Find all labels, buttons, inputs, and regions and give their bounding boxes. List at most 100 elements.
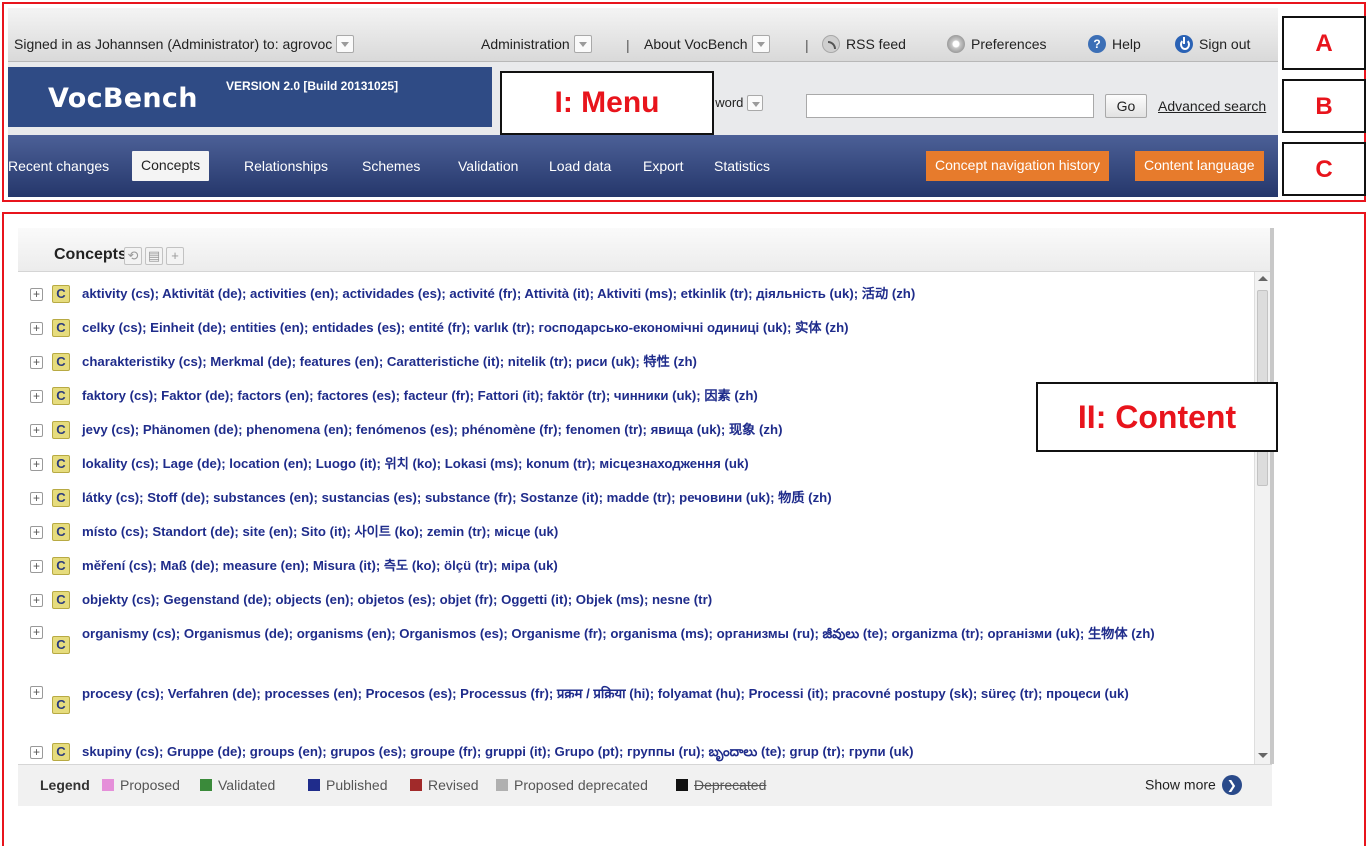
concept-label[interactable]: místo (cs); Standort (de); site (en); Si… (82, 522, 1232, 542)
concept-badge: C (52, 455, 70, 473)
header-frame: Signed in as Johannsen (Administrator) t… (2, 2, 1366, 202)
legend-label: Published (326, 777, 388, 793)
help-label: Help (1112, 36, 1141, 52)
legend-item-validated: Validated (200, 777, 275, 793)
tree-row[interactable]: + C místo (cs); Standort (de); site (en)… (18, 522, 1254, 550)
legend-swatch (410, 779, 422, 792)
concept-label[interactable]: lokality (cs); Lage (de); location (en);… (82, 454, 1232, 474)
concept-label[interactable]: organismy (cs); Organismus (de); organis… (82, 624, 1232, 644)
tab-relationships[interactable]: Relationships (244, 158, 328, 174)
expand-icon[interactable]: + (30, 322, 43, 335)
content-language-button[interactable]: Content language (1135, 151, 1264, 181)
tab-recent-changes[interactable]: Recent changes (8, 158, 109, 174)
concept-label[interactable]: celky (cs); Einheit (de); entities (en);… (82, 318, 1232, 338)
expand-icon[interactable]: + (30, 526, 43, 539)
content-frame: Concepts ⟲ ▤ + + C aktivity (cs); Aktivi… (2, 212, 1366, 846)
legend-item-proposed-deprecated: Proposed deprecated (496, 777, 648, 793)
project-name: agrovoc (282, 36, 333, 52)
legend-bar: Legend Proposed Validated Published Revi… (18, 764, 1272, 806)
tree-icon[interactable]: ▤ (145, 247, 163, 265)
tab-load-data[interactable]: Load data (549, 158, 611, 174)
expand-icon[interactable]: + (30, 288, 43, 301)
advanced-search-link[interactable]: Advanced search (1158, 98, 1266, 114)
tab-statistics[interactable]: Statistics (714, 158, 770, 174)
tree-row[interactable]: + C lokality (cs); Lage (de); location (… (18, 454, 1254, 482)
annotation-label-b: B (1282, 79, 1366, 133)
logo-band: VocBench VERSION 2.0 [Build 20131025] (8, 67, 492, 127)
concept-label[interactable]: měření (cs); Maß (de); measure (en); Mis… (82, 556, 1232, 576)
expand-icon[interactable]: + (30, 458, 43, 471)
go-button[interactable]: Go (1105, 94, 1147, 118)
legend-item-proposed: Proposed (102, 777, 180, 793)
scroll-up-icon[interactable] (1258, 276, 1268, 281)
legend-swatch (308, 779, 320, 792)
rss-icon (822, 35, 840, 54)
annotation-label-a: A (1282, 16, 1366, 70)
show-more-label: Show more (1145, 776, 1216, 793)
concept-badge: C (52, 636, 70, 654)
refresh-icon[interactable]: ⟲ (124, 247, 142, 265)
tab-concepts[interactable]: Concepts (132, 151, 210, 181)
tree-row[interactable]: + C charakteristiky (cs); Merkmal (de); … (18, 352, 1254, 380)
concept-badge: C (52, 421, 70, 439)
administration-menu[interactable]: Administration (481, 35, 592, 54)
concept-label[interactable]: charakteristiky (cs); Merkmal (de); feat… (82, 352, 1232, 372)
tree-row[interactable]: + C objekty (cs); Gegenstand (de); objec… (18, 590, 1254, 618)
scroll-down-icon[interactable] (1258, 753, 1268, 758)
sign-out-link[interactable]: Sign out (1175, 35, 1250, 54)
concept-badge: C (52, 489, 70, 507)
concept-badge: C (52, 319, 70, 337)
tree-row[interactable]: + C organismy (cs); Organismus (de); org… (18, 624, 1254, 672)
concept-label[interactable]: aktivity (cs); Aktivität (de); activitie… (82, 284, 1232, 304)
concept-label[interactable]: skupiny (cs); Gruppe (de); groups (en); … (82, 742, 1232, 762)
search-input[interactable] (806, 94, 1094, 118)
concept-navigation-history-button[interactable]: Concept navigation history (926, 151, 1109, 181)
chevron-down-icon (573, 35, 592, 54)
tree-row[interactable]: + C látky (cs); Stoff (de); substances (… (18, 488, 1254, 516)
help-link[interactable]: ? Help (1088, 35, 1141, 54)
panel-header: Concepts ⟲ ▤ + (18, 228, 1272, 272)
help-icon: ? (1088, 35, 1106, 54)
add-icon[interactable]: + (166, 247, 184, 265)
chevron-down-icon (747, 94, 764, 111)
expand-icon[interactable]: + (30, 686, 43, 699)
concept-label[interactable]: objekty (cs); Gegenstand (de); objects (… (82, 590, 1232, 610)
version-label: VERSION 2.0 [Build 20131025] (226, 79, 399, 93)
expand-icon[interactable]: + (30, 356, 43, 369)
tab-validation[interactable]: Validation (458, 158, 518, 174)
expand-icon[interactable]: + (30, 390, 43, 403)
tree-row[interactable]: + C skupiny (cs); Gruppe (de); groups (e… (18, 742, 1254, 764)
project-dropdown-icon[interactable] (336, 35, 355, 54)
expand-icon[interactable]: + (30, 492, 43, 505)
power-icon (1175, 35, 1193, 54)
legend-label: Proposed deprecated (514, 777, 648, 793)
tree-row[interactable]: + C aktivity (cs); Aktivität (de); activ… (18, 284, 1254, 312)
concept-badge: C (52, 696, 70, 714)
concept-label[interactable]: látky (cs); Stoff (de); substances (en);… (82, 488, 1232, 508)
search-type-select[interactable]: t word (708, 94, 764, 112)
chevron-down-icon (751, 35, 770, 54)
separator: | (805, 37, 809, 53)
about-menu[interactable]: About VocBench (644, 35, 770, 54)
tree-row[interactable]: + C procesy (cs); Verfahren (de); proces… (18, 684, 1254, 732)
panel-title: Concepts (54, 246, 127, 263)
rss-label: RSS feed (846, 36, 906, 52)
tree-scrollbar[interactable] (1254, 272, 1270, 764)
legend-swatch (200, 779, 212, 792)
expand-icon[interactable]: + (30, 746, 43, 759)
concept-label[interactable]: procesy (cs); Verfahren (de); processes … (82, 684, 1232, 704)
expand-icon[interactable]: + (30, 594, 43, 607)
expand-icon[interactable]: + (30, 626, 43, 639)
tab-schemes[interactable]: Schemes (362, 158, 420, 174)
expand-icon[interactable]: + (30, 560, 43, 573)
concept-badge: C (52, 591, 70, 609)
show-more-button[interactable]: Show more ❯ (1145, 775, 1242, 796)
preferences-link[interactable]: Preferences (947, 35, 1046, 54)
rss-link[interactable]: RSS feed (822, 35, 906, 54)
tree-row[interactable]: + C celky (cs); Einheit (de); entities (… (18, 318, 1254, 346)
legend-label: Revised (428, 777, 479, 793)
tree-row[interactable]: + C měření (cs); Maß (de); measure (en);… (18, 556, 1254, 584)
expand-icon[interactable]: + (30, 424, 43, 437)
signed-in-label: Signed in as Johannsen (Administrator) t… (14, 35, 355, 54)
tab-export[interactable]: Export (643, 158, 683, 174)
